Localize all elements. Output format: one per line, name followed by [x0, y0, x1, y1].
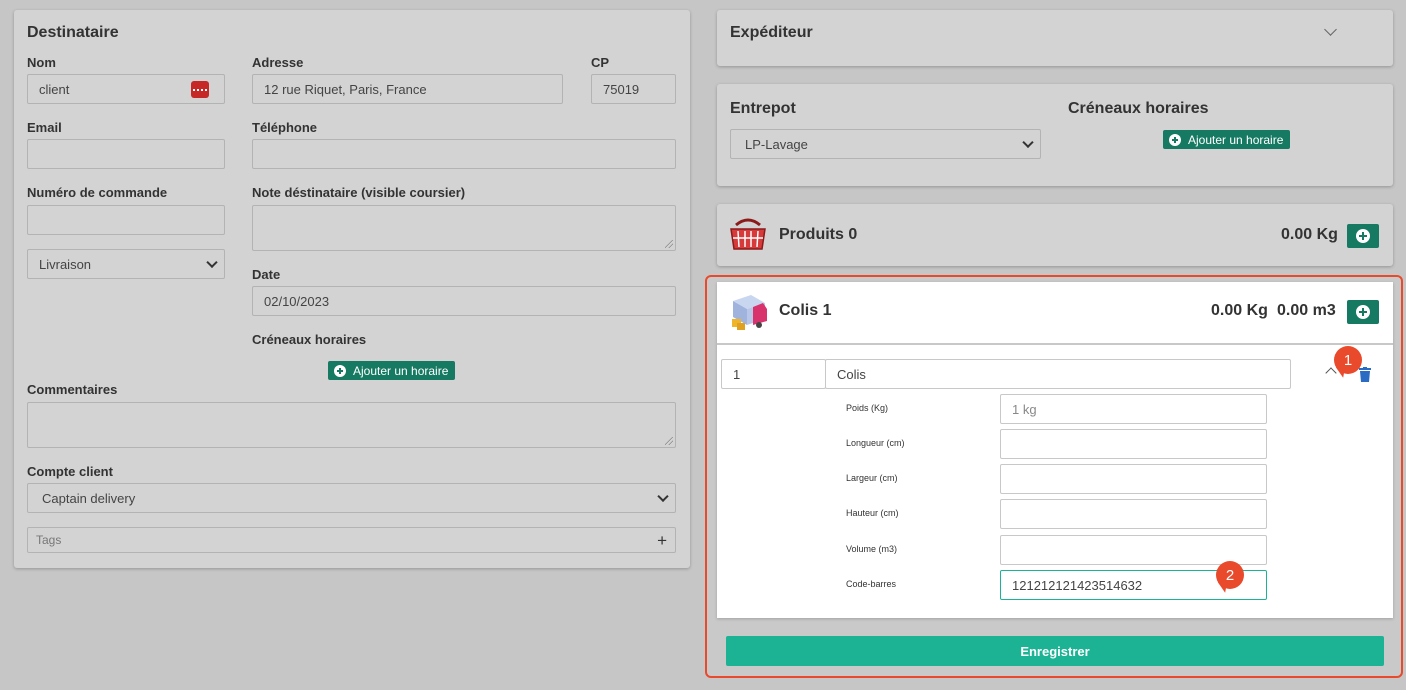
resize-grip-icon[interactable] [665, 437, 673, 445]
nom-value: client [39, 81, 70, 97]
colis-type-input[interactable]: Colis [825, 359, 1291, 389]
longueur-input[interactable] [1000, 429, 1267, 459]
entrepot-select[interactable]: LP-Lavage [730, 129, 1041, 159]
note-label: Note déstinataire (visible coursier) [252, 185, 466, 200]
adresse-input[interactable]: 12 rue Riquet, Paris, France [252, 74, 563, 104]
chevron-down-icon [657, 490, 669, 503]
tags-placeholder: Tags [36, 533, 62, 547]
cp-input[interactable]: 75019 [591, 74, 676, 104]
poids-placeholder: 1 kg [1012, 401, 1037, 417]
colis-title: Colis 1 [779, 302, 832, 319]
colis-card: Colis 1 0.00 Kg 0.00 m3 1 Colis Poids (K… [717, 282, 1393, 618]
commande-input[interactable] [27, 205, 225, 235]
type-select[interactable]: Livraison [27, 249, 225, 279]
expediteur-title: Expéditeur [730, 24, 813, 41]
date-label: Date [252, 267, 281, 282]
hauteur-label: Hauteur (cm) [846, 508, 899, 518]
compte-label: Compte client [27, 464, 113, 479]
cp-label: CP [591, 55, 610, 70]
trash-icon[interactable] [1359, 367, 1371, 382]
longueur-label: Longueur (cm) [846, 438, 905, 448]
telephone-input[interactable] [252, 139, 676, 169]
note-textarea[interactable] [252, 205, 676, 251]
destinataire-title: Destinataire [27, 24, 119, 41]
chevron-down-icon [1022, 136, 1034, 149]
colis-weight: 0.00 Kg [1211, 302, 1268, 319]
add-colis-button[interactable] [1347, 300, 1379, 324]
colis-quantity-input[interactable]: 1 [721, 359, 826, 389]
tags-add-icon[interactable]: + [657, 531, 667, 551]
chevron-down-icon [206, 256, 218, 269]
largeur-label: Largeur (cm) [846, 473, 898, 483]
code-barres-label: Code-barres [846, 579, 897, 589]
produits-card: Produits 0 0.00 Kg [717, 204, 1393, 266]
add-horaire-label: Ajouter un horaire [1188, 132, 1284, 147]
chevron-down-icon[interactable] [1324, 23, 1337, 36]
plus-circle-icon [1356, 305, 1370, 319]
creneaux-label: Créneaux horaires [252, 332, 367, 347]
colis-volume: 0.00 m3 [1277, 302, 1336, 319]
colis-divider [717, 343, 1393, 345]
produits-weight: 0.00 Kg [1281, 226, 1338, 243]
cp-value: 75019 [603, 81, 640, 97]
add-horaire-button[interactable]: Ajouter un horaire [328, 361, 456, 380]
date-value: 02/10/2023 [264, 293, 330, 309]
entrepot-card: Entrepot LP-Lavage Créneaux horaires Ajo… [717, 84, 1393, 186]
save-button[interactable]: Enregistrer [726, 636, 1384, 666]
compte-selected: Captain delivery [42, 490, 136, 506]
poids-label: Poids (Kg) [846, 403, 889, 413]
contact-card-icon[interactable] [191, 81, 209, 98]
plus-circle-icon [1169, 133, 1181, 146]
email-label: Email [27, 120, 62, 135]
hauteur-input[interactable] [1000, 499, 1267, 529]
resize-grip-icon[interactable] [665, 240, 673, 248]
compte-select[interactable]: Captain delivery [27, 483, 676, 513]
annotation-badge-1: 1 [1334, 346, 1362, 374]
destinataire-card: Destinataire Nom client Adresse 12 rue R… [14, 10, 690, 568]
commentaires-textarea[interactable] [27, 402, 676, 448]
nom-label: Nom [27, 55, 56, 70]
adresse-value: 12 rue Riquet, Paris, France [264, 81, 427, 97]
add-horaire-label: Ajouter un horaire [353, 363, 449, 378]
type-selected: Livraison [39, 256, 92, 272]
entrepot-creneaux-title: Créneaux horaires [1068, 100, 1209, 117]
adresse-label: Adresse [252, 55, 304, 70]
entrepot-selected: LP-Lavage [745, 136, 808, 152]
produits-title: Produits 0 [779, 226, 858, 243]
add-horaire-button[interactable]: Ajouter un horaire [1163, 130, 1291, 149]
plus-circle-icon [1356, 229, 1370, 243]
delivery-truck-icon [732, 295, 767, 330]
date-input[interactable]: 02/10/2023 [252, 286, 676, 316]
poids-input[interactable]: 1 kg [1000, 394, 1267, 424]
email-input[interactable] [27, 139, 225, 169]
plus-circle-icon [334, 364, 346, 377]
tags-input[interactable]: Tags + [27, 527, 676, 553]
annotation-badge-2: 2 [1216, 561, 1244, 589]
add-produit-button[interactable] [1347, 224, 1379, 248]
telephone-label: Téléphone [252, 120, 318, 135]
colis-quantity-value: 1 [733, 366, 741, 382]
commentaires-label: Commentaires [27, 382, 118, 397]
basket-icon [730, 218, 766, 250]
entrepot-title: Entrepot [730, 100, 796, 117]
code-barres-value: 121212121423514632 [1012, 577, 1143, 593]
volume-label: Volume (m3) [846, 544, 898, 554]
commande-label: Numéro de commande [27, 185, 168, 200]
colis-type-value: Colis [837, 366, 866, 382]
nom-input[interactable]: client [27, 74, 225, 104]
expediteur-card[interactable]: Expéditeur [717, 10, 1393, 66]
largeur-input[interactable] [1000, 464, 1267, 494]
